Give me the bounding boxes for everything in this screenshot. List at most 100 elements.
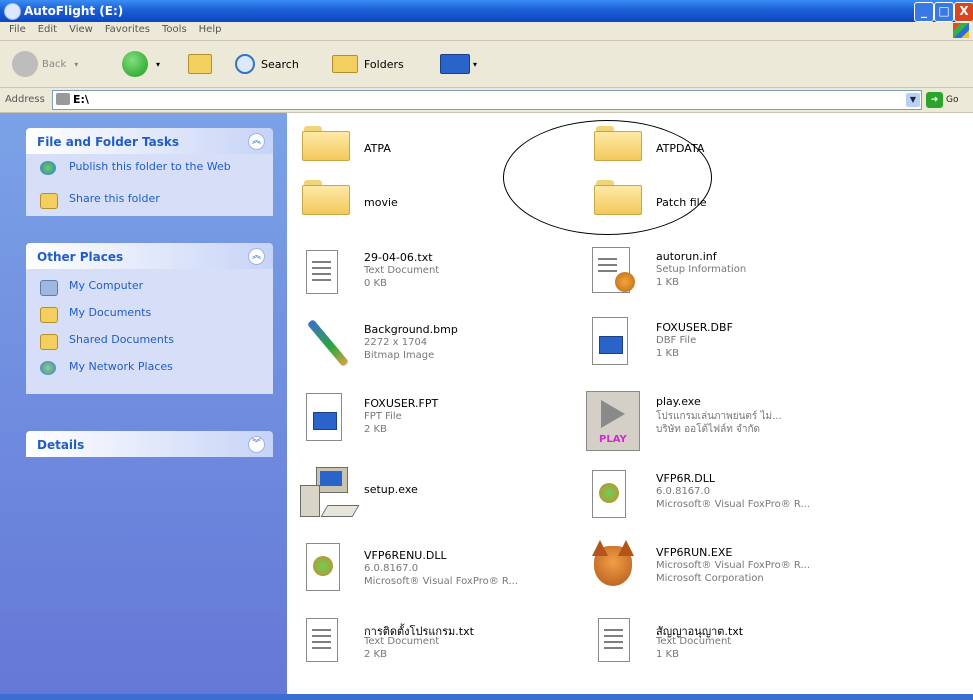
drive-icon [56,93,70,105]
file-item[interactable]: VFP6R.DLL 6.0.8167.0 Microsoft® Visual F… [588,468,908,524]
file-item[interactable]: 29-04-06.txt Text Document 0 KB [302,248,582,298]
file-description: Microsoft® Visual FoxPro® R... [656,499,811,510]
menu-edit[interactable]: Edit [35,24,60,35]
text-document-icon [598,618,630,662]
file-version: 6.0.8167.0 [656,486,711,497]
menu-help[interactable]: Help [196,24,225,35]
file-name: 29-04-06.txt [364,251,433,264]
folders-label: Folders [364,57,404,71]
up-folder-button[interactable] [188,41,212,87]
file-type: Text Document [656,636,732,647]
place-shared-documents-label: Shared Documents [69,333,174,346]
collapse-chevron-icon[interactable]: ︽ [248,133,265,150]
search-icon [235,54,255,74]
file-folder-tasks-title: File and Folder Tasks [37,135,180,149]
address-label: Address [5,94,45,105]
menu-tools[interactable]: Tools [159,24,190,35]
windows-logo-icon [953,23,969,38]
task-publish-folder[interactable]: Publish this folder to the Web [26,158,273,190]
text-document-icon [306,250,338,294]
place-shared-documents[interactable]: Shared Documents [26,331,273,358]
play-icon-label: PLAY [599,434,627,445]
file-name: autorun.inf [656,250,717,263]
go-label[interactable]: Go [946,95,958,105]
search-button[interactable]: Search [235,41,299,87]
up-folder-icon [188,54,212,74]
expand-chevron-icon[interactable]: ︾ [248,436,265,453]
other-places-panel: Other Places ︽ My Computer My Documents … [26,243,273,394]
paintbrush-icon [302,315,352,371]
collapse-chevron-icon[interactable]: ︽ [248,248,265,265]
file-folder-tasks-header[interactable]: File and Folder Tasks ︽ [26,128,273,154]
file-name: VFP6RENU.DLL [364,549,447,562]
address-field[interactable]: E:\ [52,90,922,110]
other-places-title: Other Places [37,250,124,264]
file-folder-tasks-panel: File and Folder Tasks ︽ Publish this fol… [26,128,273,216]
dll-file-icon [306,543,340,591]
folders-button[interactable]: Folders [332,41,404,87]
file-item[interactable]: VFP6RUN.EXE Microsoft® Visual FoxPro® R.… [586,538,906,598]
task-share-folder[interactable]: Share this folder [26,190,273,210]
views-button[interactable]: ▾ [440,41,477,87]
menu-view[interactable]: View [66,24,96,35]
file-item[interactable]: setup.exe [296,463,576,523]
file-type: Text Document [364,636,440,647]
file-item[interactable]: การติดตั้งโปรแกรม.txt Text Document 2 KB [302,616,582,672]
setup-information-icon [592,247,635,293]
forward-button[interactable]: ▾ [122,41,160,87]
file-item[interactable]: FOXUSER.DBF DBF File 1 KB [588,315,888,371]
file-item[interactable]: autorun.inf Setup Information 1 KB [588,245,888,301]
place-my-documents[interactable]: My Documents [26,304,273,331]
minimize-button[interactable]: _ [914,2,934,22]
back-dropdown-icon[interactable]: ▾ [74,60,78,69]
close-button[interactable]: X [954,2,973,22]
folder-name: ATPA [364,142,391,155]
file-item[interactable]: สัญญาอนุญาต.txt Text Document 1 KB [594,616,874,672]
file-item[interactable]: FOXUSER.FPT FPT File 2 KB [302,391,582,447]
file-type: FPT File [364,411,402,422]
go-arrow-icon[interactable]: ➜ [926,92,943,108]
window-title: AutoFlight (E:) [24,4,124,18]
file-item[interactable]: VFP6RENU.DLL 6.0.8167.0 Microsoft® Visua… [302,541,592,597]
file-description: Microsoft® Visual FoxPro® R... [656,560,811,571]
file-size: 1 KB [656,277,679,288]
place-my-computer[interactable]: My Computer [26,277,273,304]
file-item[interactable]: Background.bmp 2272 x 1704 Bitmap Image [296,313,576,375]
file-size: 1 KB [656,348,679,359]
forward-dropdown-icon[interactable]: ▾ [156,60,160,69]
fox-icon [588,540,638,592]
title-bar: AutoFlight (E:) _ □ X [0,0,973,22]
views-dropdown-icon[interactable]: ▾ [473,60,477,69]
dbf-file-icon [592,317,628,365]
menu-file[interactable]: File [6,24,29,35]
dll-file-icon [592,470,626,518]
place-my-documents-label: My Documents [69,306,152,319]
folders-icon [332,55,358,73]
place-my-network-label: My Network Places [69,360,173,373]
menu-bar: File Edit View Favorites Tools Help [0,22,973,41]
views-icon [440,54,470,74]
file-type: Text Document [364,265,440,276]
place-my-network[interactable]: My Network Places [26,358,273,380]
menu-favorites[interactable]: Favorites [102,24,153,35]
folder-item[interactable]: ATPA [302,126,502,166]
details-panel: Details ︾ [26,431,273,457]
file-name: FOXUSER.FPT [364,397,439,410]
file-dimensions: 2272 x 1704 [364,337,428,348]
file-name: VFP6RUN.EXE [656,546,733,559]
back-arrow-icon [12,51,38,77]
back-button[interactable]: Back ▾ [12,41,78,87]
maximize-button[interactable]: □ [934,2,954,22]
file-company: Microsoft Corporation [656,573,764,584]
setup-exe-icon [300,467,360,519]
annotation-ellipse [503,120,712,235]
fpt-file-icon [306,393,342,441]
folder-item[interactable]: movie [302,180,502,220]
other-places-header[interactable]: Other Places ︽ [26,243,273,269]
details-header[interactable]: Details ︾ [26,431,273,457]
file-size: 2 KB [364,424,387,435]
task-share-label: Share this folder [69,192,160,205]
file-version: 6.0.8167.0 [364,563,419,574]
file-item[interactable]: PLAY play.exe โปรแกรมเล่นภาพยนตร์ ไม่...… [586,391,916,453]
address-dropdown-icon[interactable]: ▼ [906,93,920,107]
